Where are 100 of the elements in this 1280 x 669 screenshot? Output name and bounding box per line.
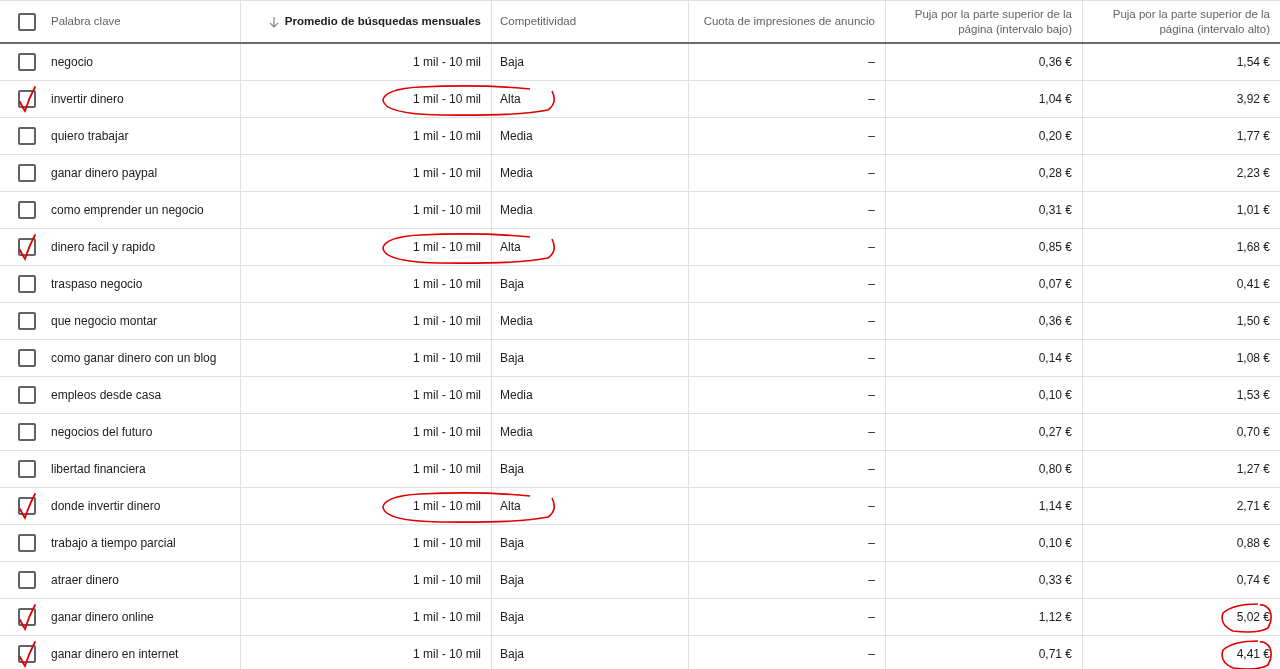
keyword-text: ganar dinero paypal — [51, 166, 158, 180]
table-cell: 0,10 € — [1038, 388, 1072, 402]
table-cell: 1 mil - 10 mil — [413, 129, 481, 143]
table-cell: 1 mil - 10 mil — [413, 425, 481, 439]
column-header[interactable]: Competitividad — [500, 14, 577, 29]
table-cell: 0,27 € — [1038, 425, 1072, 439]
table-cell: 2,71 € — [1236, 499, 1270, 513]
keyword-text: trabajo a tiempo parcial — [51, 536, 176, 550]
table-cell: 0,41 € — [1236, 277, 1270, 291]
table-cell: 1 mil - 10 mil — [413, 314, 481, 328]
table-cell: Media — [500, 129, 533, 143]
table-cell: – — [868, 55, 875, 69]
table-cell: 1 mil - 10 mil — [413, 573, 481, 587]
table-cell: 0,36 € — [1038, 55, 1072, 69]
table-cell: 1,27 € — [1236, 462, 1270, 476]
table-cell: Baja — [500, 573, 525, 587]
checkbox[interactable] — [18, 423, 36, 441]
table-cell: – — [868, 573, 875, 587]
table-cell: 0,31 € — [1038, 203, 1072, 217]
table-cell: – — [868, 203, 875, 217]
table-cell: 1,08 € — [1236, 351, 1270, 365]
column-header[interactable]: Puja por la parte superior de la página (intervalo alto) — [1091, 6, 1270, 37]
table-cell: Media — [500, 388, 533, 402]
table-cell: Baja — [500, 351, 525, 365]
table-cell: 0,14 € — [1038, 351, 1072, 365]
table-cell: Baja — [500, 610, 525, 624]
table-cell: – — [868, 425, 875, 439]
table-cell: 1 mil - 10 mil — [413, 536, 481, 550]
keyword-text: libertad financiera — [51, 462, 146, 476]
keyword-text: como ganar dinero con un blog — [51, 351, 217, 365]
table-cell: 1 mil - 10 mil — [413, 462, 481, 476]
checkbox[interactable] — [18, 349, 36, 367]
checkbox[interactable] — [18, 164, 36, 182]
table-cell: 1 mil - 10 mil — [413, 55, 481, 69]
table-cell: 1 mil - 10 mil — [413, 92, 481, 106]
keyword-text: empleos desde casa — [51, 388, 162, 402]
table-cell: 1,12 € — [1038, 610, 1072, 624]
table-cell: 0,71 € — [1038, 647, 1072, 661]
table-cell: Media — [500, 203, 533, 217]
checkbox[interactable] — [18, 460, 36, 478]
table-cell: Baja — [500, 277, 525, 291]
table-cell: – — [868, 610, 875, 624]
table-cell: – — [868, 351, 875, 365]
table-cell: – — [868, 129, 875, 143]
keyword-text: que negocio montar — [51, 314, 158, 328]
table-cell: Baja — [500, 647, 525, 661]
checkbox[interactable] — [18, 201, 36, 219]
table-cell: 1 mil - 10 mil — [413, 351, 481, 365]
table-cell: 1,53 € — [1236, 388, 1270, 402]
table-cell: 2,23 € — [1236, 166, 1270, 180]
checkbox[interactable] — [18, 275, 36, 293]
keyword-text: atraer dinero — [51, 573, 120, 587]
table-cell: 1 mil - 10 mil — [413, 647, 481, 661]
table-cell: 1 mil - 10 mil — [413, 610, 481, 624]
column-header[interactable]: Palabra clave — [51, 14, 121, 29]
table-cell: – — [868, 166, 875, 180]
table-cell: 5,02 € — [1236, 610, 1270, 624]
keyword-text: donde invertir dinero — [51, 499, 161, 513]
keyword-text: traspaso negocio — [51, 277, 143, 291]
column-header[interactable]: Puja por la parte superior de la página (intervalo bajo) — [894, 6, 1072, 37]
table-cell: – — [868, 647, 875, 661]
table-cell: 0,74 € — [1236, 573, 1270, 587]
keyword-text: como emprender un negocio — [51, 203, 204, 217]
checkbox[interactable] — [18, 312, 36, 330]
table-cell: Media — [500, 314, 533, 328]
table-cell: 0,07 € — [1038, 277, 1072, 291]
table-cell: 0,28 € — [1038, 166, 1072, 180]
table-cell: 0,20 € — [1038, 129, 1072, 143]
table-cell: Baja — [500, 536, 525, 550]
table-cell: Baja — [500, 55, 525, 69]
checkbox[interactable] — [18, 534, 36, 552]
table-cell: 0,33 € — [1038, 573, 1072, 587]
table-cell: 1,01 € — [1236, 203, 1270, 217]
table-cell: Media — [500, 166, 533, 180]
table-cell: – — [868, 240, 875, 254]
table-cell: 0,85 € — [1038, 240, 1072, 254]
column-header[interactable]: Cuota de impresiones de anuncio — [703, 14, 875, 29]
keyword-text: dinero facil y rapido — [51, 240, 156, 254]
table-cell: – — [868, 92, 875, 106]
keyword-text: ganar dinero en internet — [51, 647, 179, 661]
column-header[interactable]: Promedio de búsquedas mensuales — [284, 14, 481, 29]
table-cell: Alta — [500, 499, 521, 513]
table-cell: 1,04 € — [1038, 92, 1072, 106]
table-cell: 1,14 € — [1038, 499, 1072, 513]
table-cell: 1 mil - 10 mil — [413, 277, 481, 291]
checkbox[interactable] — [18, 386, 36, 404]
checkbox[interactable] — [18, 127, 36, 145]
keyword-text: invertir dinero — [51, 92, 124, 106]
table-cell: 0,88 € — [1236, 536, 1270, 550]
table-cell: 4,41 € — [1236, 647, 1270, 661]
table-cell: Alta — [500, 92, 521, 106]
table-cell: 1 mil - 10 mil — [413, 203, 481, 217]
checkbox[interactable] — [18, 12, 36, 31]
keyword-text: negocios del futuro — [51, 425, 153, 439]
checkbox[interactable] — [18, 571, 36, 589]
keyword-text: quiero trabajar — [51, 129, 129, 143]
table-cell: 1 mil - 10 mil — [413, 240, 481, 254]
table-cell: – — [868, 388, 875, 402]
table-cell: 1 mil - 10 mil — [413, 166, 481, 180]
checkbox[interactable] — [18, 53, 36, 71]
